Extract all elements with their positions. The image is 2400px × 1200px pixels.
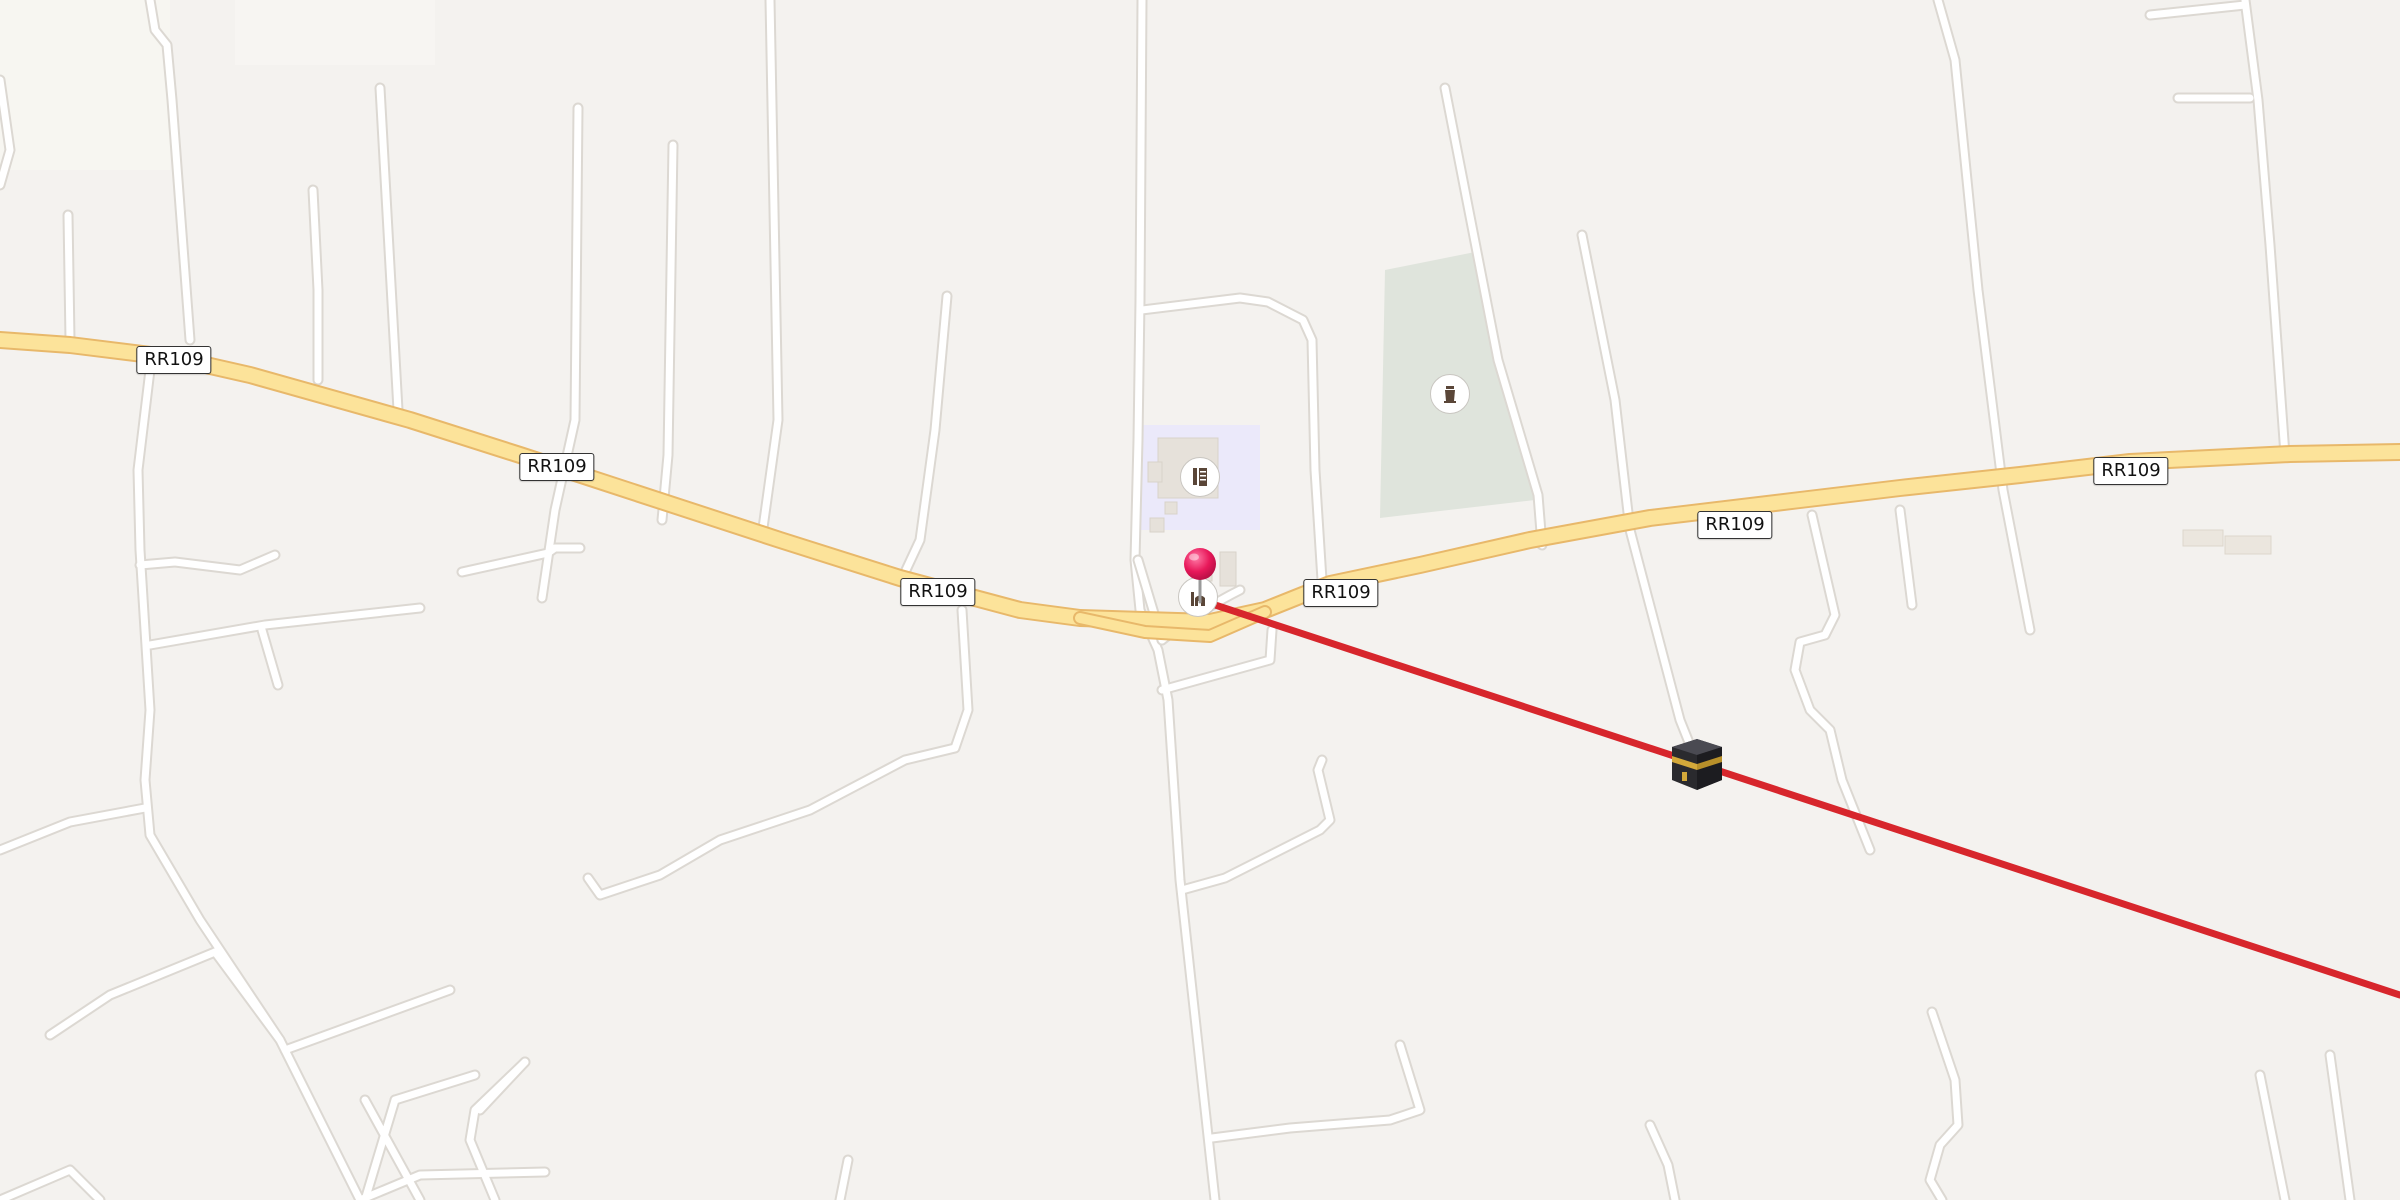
- route-shield: RR109: [136, 346, 212, 374]
- route-shield: RR109: [2093, 457, 2169, 485]
- route-shield: RR109: [519, 453, 595, 481]
- kaaba-icon[interactable]: [1668, 736, 1726, 794]
- school-icon[interactable]: [1180, 457, 1220, 497]
- cemetery-icon[interactable]: [1430, 374, 1470, 414]
- location-pin-icon[interactable]: [1180, 546, 1220, 606]
- map-canvas[interactable]: RR109 RR109 RR109 RR109 RR109 RR109: [0, 0, 2400, 1200]
- route-shield: RR109: [900, 578, 976, 606]
- route-shield: RR109: [1697, 511, 1773, 539]
- route-shield: RR109: [1303, 579, 1379, 607]
